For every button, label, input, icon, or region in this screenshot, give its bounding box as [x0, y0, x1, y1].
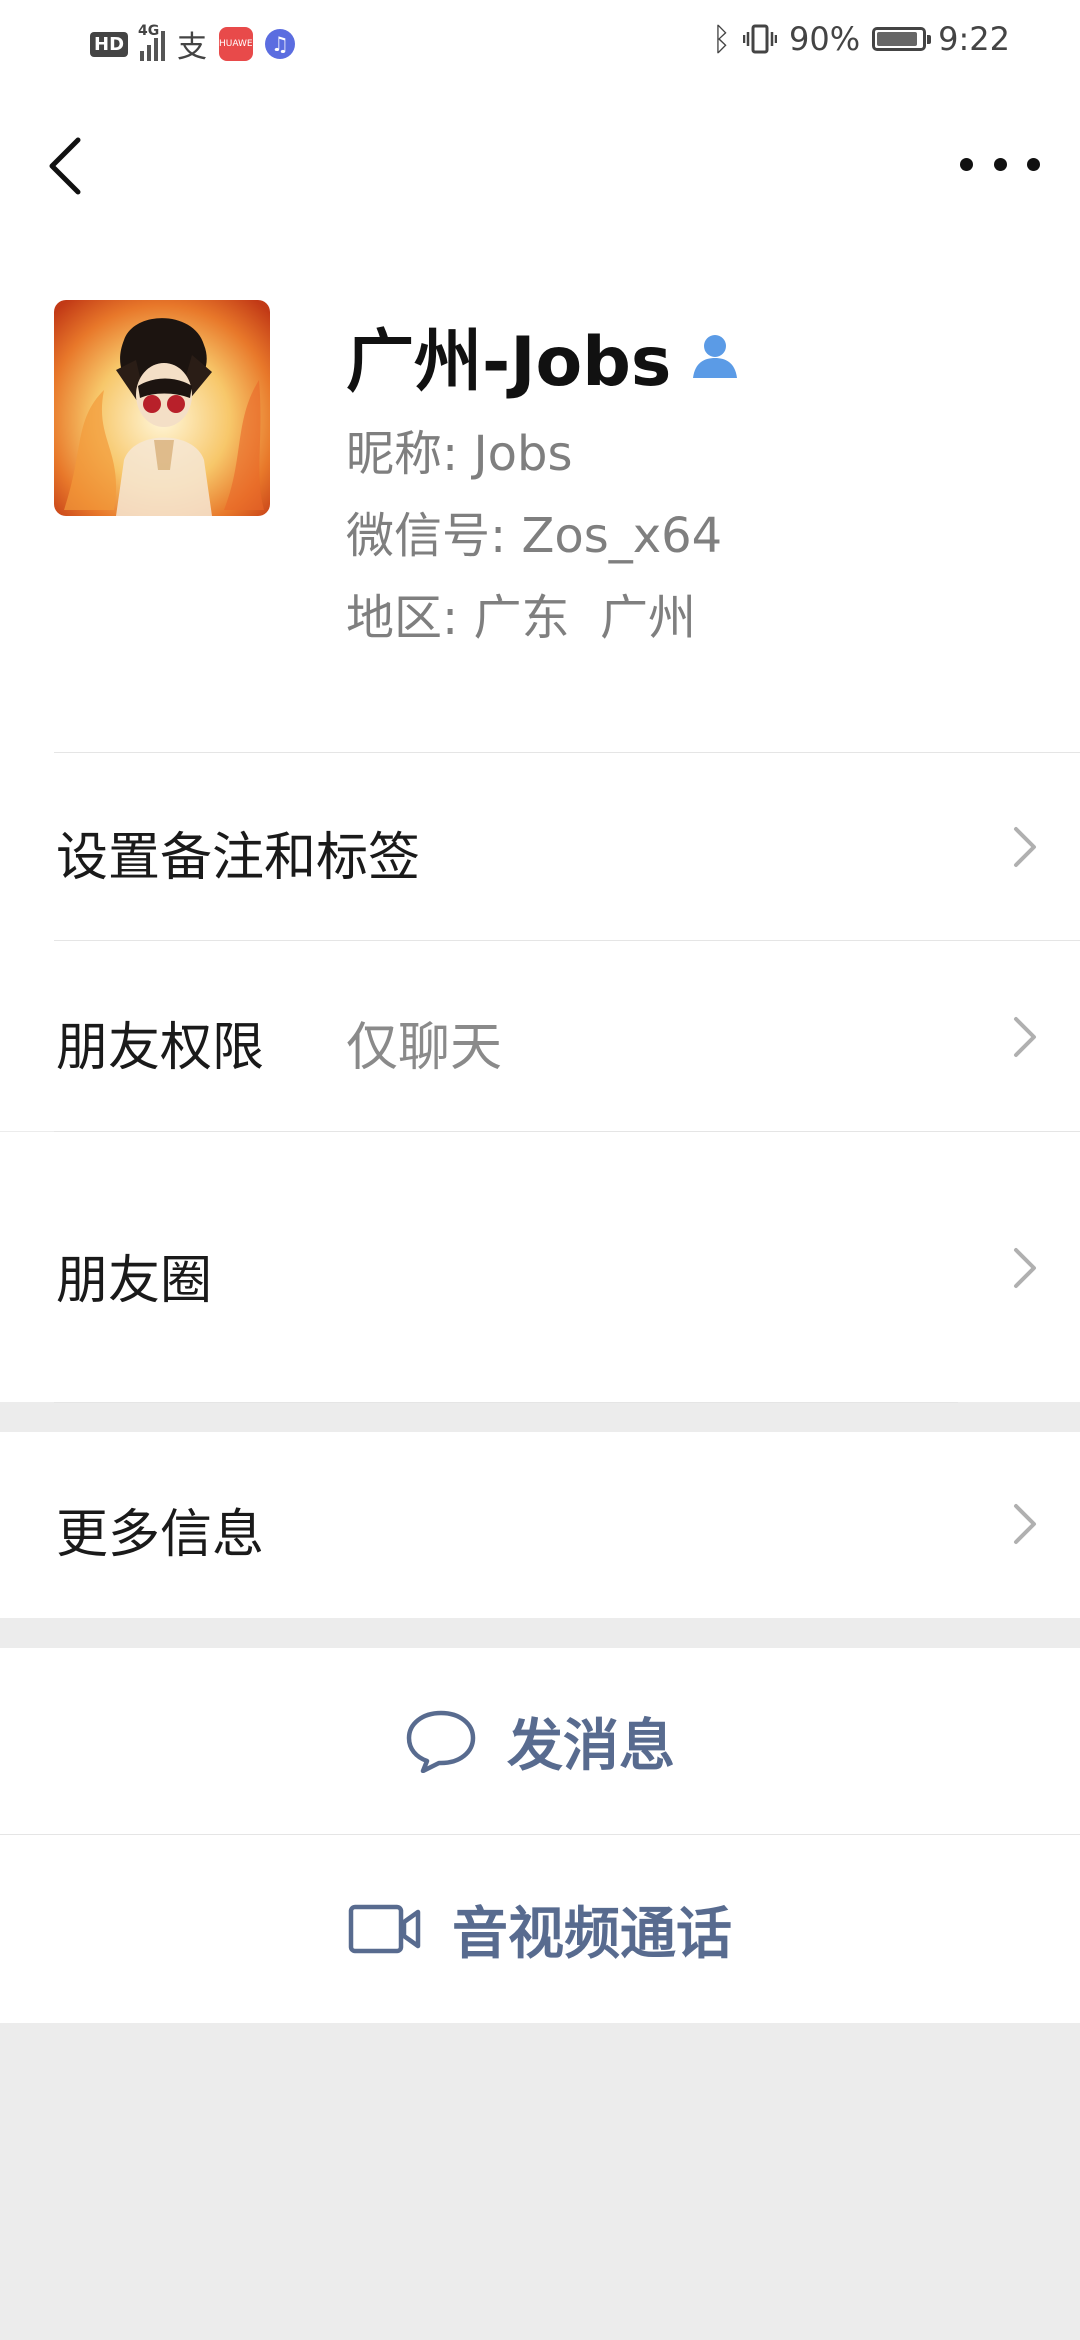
more-info-row[interactable]: 更多信息 [0, 1432, 1080, 1618]
wechat-id-label: 微信号: [346, 508, 507, 564]
audio-video-call-button[interactable]: 音视频通话 [0, 1835, 1080, 2023]
network-type-label: 4G [138, 23, 160, 39]
chevron-right-icon [1014, 1504, 1036, 1544]
video-camera-icon [348, 1904, 421, 1954]
status-right-icons: ᛒ 90% 9:22 [712, 20, 1010, 58]
nickname-value: Jobs [473, 426, 573, 482]
divider [54, 1402, 958, 1403]
audio-video-call-label: 音视频通话 [452, 1901, 732, 1967]
bluetooth-icon: ᛒ [711, 20, 732, 58]
chevron-right-icon [1014, 1248, 1036, 1288]
vibrate-icon [743, 24, 778, 54]
person-icon [693, 334, 738, 378]
status-bar: HD 4G 支 HUAWEI ♫ ᛒ 90% 9:22 [0, 0, 1080, 84]
send-message-button[interactable]: 发消息 [0, 1648, 1080, 1834]
nickname-row: 昵称: Jobs [346, 414, 572, 484]
more-options-button[interactable] [960, 144, 1040, 184]
battery-level-fill [877, 32, 918, 46]
hd-icon: HD [90, 31, 129, 57]
avatar[interactable] [54, 300, 270, 516]
display-name: 广州-Jobs [346, 323, 672, 402]
friend-permission-label: 朋友权限 [56, 1018, 265, 1078]
wechat-id-value[interactable]: Zos_x64 [521, 508, 722, 564]
music-app-icon: ♫ [265, 29, 296, 59]
moments-row[interactable]: 朋友圈 [0, 1132, 1080, 1402]
send-message-label: 发消息 [507, 1713, 675, 1779]
battery-icon [872, 27, 932, 51]
region-value: 广东 广州 [473, 590, 696, 646]
wechat-id-row: 微信号: Zos_x64 [346, 496, 722, 566]
alipay-icon: 支 [177, 30, 208, 65]
more-info-label: 更多信息 [56, 1505, 265, 1565]
battery-percent: 90% [789, 20, 861, 58]
avatar-image [54, 300, 270, 516]
status-left-icons: HD 4G 支 HUAWEI ♫ [90, 22, 296, 66]
signal-icon: 4G [138, 23, 166, 61]
huawei-app-icon: HUAWEI [219, 27, 255, 61]
friend-permission-value: 仅聊天 [346, 1018, 503, 1078]
chevron-right-icon [1014, 1017, 1036, 1057]
profile-name-row: 广州-Jobs [346, 306, 741, 405]
back-button[interactable] [40, 136, 100, 196]
profile-header: 广州-Jobs 昵称: Jobs 微信号: Zos_x64 地区: 广东 广州 [0, 84, 1080, 754]
moments-label: 朋友圈 [56, 1251, 213, 1311]
ellipsis-icon [960, 157, 973, 171]
remark-and-tags-label: 设置备注和标签 [56, 828, 421, 888]
clock-time: 9:22 [938, 20, 1010, 58]
chevron-right-icon [1014, 827, 1036, 867]
friend-permission-row[interactable]: 朋友权限 仅聊天 [0, 941, 1080, 1131]
region-row: 地区: 广东 广州 [346, 578, 696, 648]
nickname-label: 昵称: [346, 426, 459, 482]
chat-bubble-icon [406, 1710, 476, 1773]
region-label: 地区: [346, 590, 459, 646]
remark-and-tags-row[interactable]: 设置备注和标签 [0, 753, 1080, 941]
chevron-left-icon [49, 137, 81, 195]
